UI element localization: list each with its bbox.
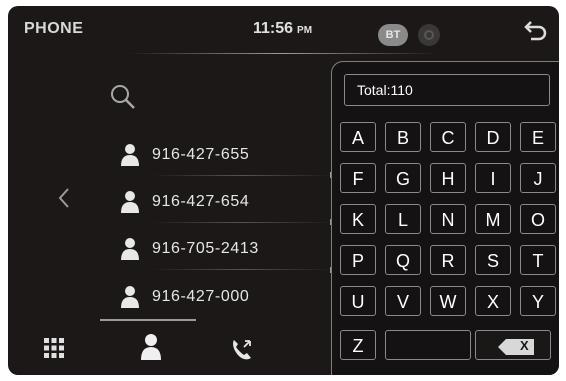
- list-bottom-divider: [100, 319, 196, 321]
- back-icon[interactable]: [522, 19, 548, 45]
- contact-item[interactable]: 916-705-2413: [112, 235, 332, 270]
- contact-number: 916-427-654: [152, 193, 250, 210]
- alphabet-panel: Total:110 A B C D E F G H I J K L N M O …: [331, 61, 559, 375]
- contact-item[interactable]: 916-427-655: [112, 141, 332, 176]
- key-r[interactable]: R: [430, 245, 466, 275]
- key-a[interactable]: A: [340, 122, 376, 152]
- key-d[interactable]: D: [475, 122, 511, 152]
- bluetooth-button[interactable]: BT: [378, 24, 408, 46]
- top-bar: PHONE 11:56 PM BT: [8, 6, 559, 56]
- key-n[interactable]: N: [430, 204, 466, 234]
- row-divider: [152, 222, 332, 223]
- chevron-left-icon[interactable]: [56, 186, 72, 210]
- row-divider: [152, 269, 332, 270]
- phone-screen: PHONE 11:56 PM BT 916-427-655 916-427-654: [8, 6, 559, 375]
- key-b[interactable]: B: [385, 122, 421, 152]
- key-x[interactable]: X: [475, 286, 511, 316]
- row-divider: [152, 175, 332, 176]
- key-k[interactable]: K: [340, 204, 376, 234]
- person-icon: [121, 144, 139, 166]
- person-icon: [121, 238, 139, 260]
- key-h[interactable]: H: [430, 163, 466, 193]
- key-o[interactable]: O: [520, 204, 556, 234]
- key-u[interactable]: U: [340, 286, 376, 316]
- key-q[interactable]: Q: [385, 245, 421, 275]
- total-label: Total:110: [357, 82, 413, 98]
- clock-ampm: PM: [297, 25, 313, 36]
- space-key[interactable]: [385, 330, 471, 360]
- contact-number: 916-705-2413: [152, 240, 259, 257]
- key-m[interactable]: M: [475, 204, 511, 234]
- contact-number: 916-427-000: [152, 288, 250, 305]
- contact-number: 916-427-655: [152, 146, 250, 163]
- key-e[interactable]: E: [520, 122, 556, 152]
- key-s[interactable]: S: [475, 245, 511, 275]
- dialpad-icon[interactable]: [43, 337, 65, 359]
- clock-time: 11:56: [253, 20, 294, 37]
- key-p[interactable]: P: [340, 245, 376, 275]
- key-c[interactable]: C: [430, 122, 466, 152]
- contact-item[interactable]: 916-427-000: [112, 283, 332, 313]
- search-icon[interactable]: [108, 82, 138, 112]
- key-l[interactable]: L: [385, 204, 421, 234]
- clock: 11:56 PM: [253, 20, 312, 38]
- key-z[interactable]: Z: [340, 330, 376, 360]
- key-w[interactable]: W: [430, 286, 466, 316]
- key-f[interactable]: F: [340, 163, 376, 193]
- key-g[interactable]: G: [385, 163, 421, 193]
- key-v[interactable]: V: [385, 286, 421, 316]
- contacts-icon[interactable]: [140, 333, 162, 361]
- key-t[interactable]: T: [520, 245, 556, 275]
- header-divider: [128, 53, 438, 54]
- gear-icon[interactable]: [418, 24, 440, 46]
- person-icon: [121, 286, 139, 308]
- backspace-button[interactable]: X: [475, 330, 551, 360]
- contact-item[interactable]: 916-427-654: [112, 188, 332, 223]
- phone-calls-icon[interactable]: [230, 337, 254, 361]
- page-title: PHONE: [24, 20, 84, 37]
- total-display: Total:110: [344, 74, 550, 106]
- backspace-label: X: [520, 338, 529, 353]
- key-j[interactable]: J: [520, 163, 556, 193]
- person-icon: [121, 191, 139, 213]
- key-i[interactable]: I: [475, 163, 511, 193]
- key-y[interactable]: Y: [520, 286, 556, 316]
